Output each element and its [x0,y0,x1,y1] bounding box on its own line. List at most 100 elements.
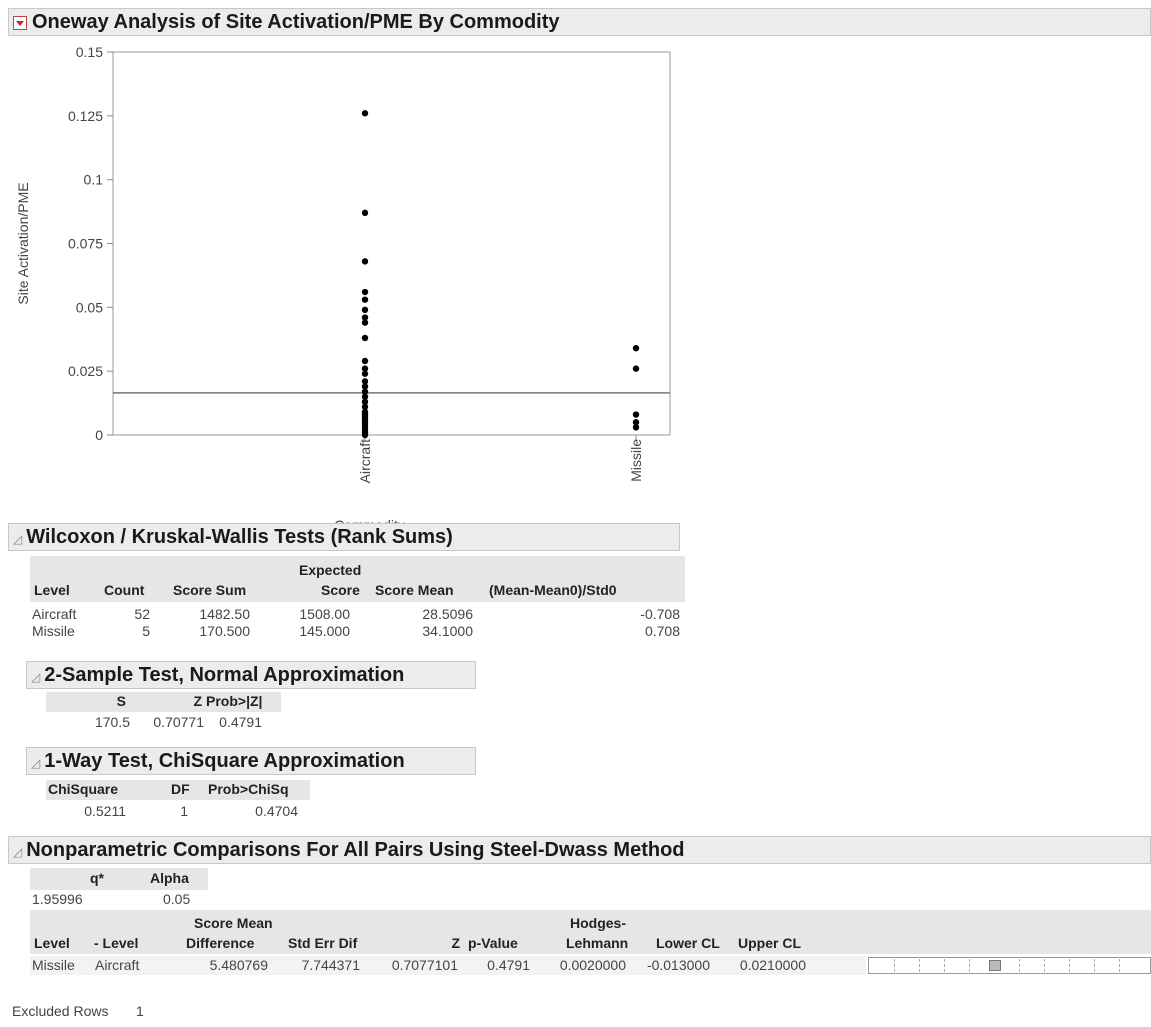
one-way-title: 1-Way Test, ChiSquare Approximation [44,750,405,772]
value-chisquare: 0.5211 [84,803,126,819]
value-q: 1.95996 [32,891,83,907]
p-value-bar-fill [988,960,1001,971]
wilcoxon-table: Level Count Score Sum Expected Score Sco… [30,556,690,639]
data-point [361,319,369,326]
row-z: 0.7077101 [391,957,458,973]
y-tick-label: 0.075 [68,236,103,252]
col-z: Z [193,693,202,709]
one-way-table: ChiSquare DF Prob>ChiSq 0.5211 1 0.4704 [46,780,316,820]
row-expected: 145.000 [299,623,350,639]
row-count: 5 [142,623,150,639]
col-p-value: p-Value [468,935,518,951]
two-sample-header[interactable]: ◿ 2-Sample Test, Normal Approximation [26,661,476,689]
row-p-value: 0.4791 [487,957,530,973]
col-level: Level [34,935,70,951]
col-difference: Difference [186,935,255,951]
value-prob-z: 0.4791 [219,714,262,730]
row-minus-level: Aircraft [95,957,140,973]
data-point [361,431,369,439]
row-count: 52 [134,606,150,622]
col-expected: Expected [299,562,362,578]
y-tick-label: 0.1 [84,172,104,188]
disclosure-triangle-icon[interactable]: ◿ [13,839,22,865]
data-point [361,110,369,117]
row-score-mean: 28.5096 [422,606,473,622]
report-title-bar: Oneway Analysis of Site Activation/PME B… [8,8,1151,36]
q-alpha-table: q* Alpha 1.95996 0.05 [30,868,220,908]
data-point [361,209,369,217]
col-q: q* [90,870,104,886]
two-sample-table: S Z Prob>|Z| 170.5 0.70771 0.4791 [46,692,286,732]
wilcoxon-title: Wilcoxon / Kruskal-Wallis Tests (Rank Su… [26,526,453,548]
col-chisquare: ChiSquare [48,781,119,797]
value-s: 170.5 [94,714,130,730]
x-tick-label: Aircraft [357,439,373,483]
row-score-sum: 170.500 [199,623,250,639]
data-point [361,258,369,265]
data-point [632,424,640,431]
chart-area: 0 0.025 0.05 0.075 0.1 0.125 0.15 Site Activati… [10,40,680,533]
data-point [361,288,369,296]
value-prob-chisq: 0.4704 [255,803,298,819]
excluded-rows-label: Excluded Rows [12,1003,109,1019]
col-lehmann: Lehmann [566,935,629,951]
y-tick-label: 0.15 [76,44,103,60]
col-level: Level [34,582,70,598]
row-lower-cl: -0.013000 [646,957,710,973]
col-count: Count [104,582,145,598]
col-score-mean: Score Mean [194,915,273,931]
row-level: Missile [32,623,75,639]
y-tick-label: 0.025 [68,363,103,379]
row-level: Aircraft [32,606,77,622]
col-minus-level: - Level [94,935,139,951]
y-tick-label: 0.05 [76,299,103,315]
nonparam-title: Nonparametric Comparisons For All Pairs … [26,839,685,861]
excluded-rows-value: 1 [136,1003,144,1019]
col-alpha: Alpha [150,870,189,886]
disclosure-triangle-icon[interactable]: ◿ [13,526,22,552]
row-score-sum: 1482.50 [199,606,250,622]
col-hodges: Hodges- [570,915,626,931]
col-prob-z: Prob>|Z| [206,693,263,709]
col-score: Score [321,582,360,598]
oneway-chart: 0 0.025 0.05 0.075 0.1 0.125 0.15 Site Activati… [15,44,671,533]
data-point [361,306,369,314]
plot-frame [112,51,671,436]
x-tick-label: Missile [628,439,644,482]
col-score-mean: Score Mean [375,582,454,598]
col-df: DF [171,781,190,797]
row-std-err: 7.744371 [301,957,360,973]
one-way-header[interactable]: ◿ 1-Way Test, ChiSquare Approximation [26,747,476,775]
y-tick-label: 0 [95,427,103,443]
y-tick-label: 0.125 [68,108,103,124]
value-z: 0.70771 [153,714,204,730]
data-point [361,370,369,377]
value-alpha: 0.05 [163,891,191,907]
row-score-mean: 34.1000 [422,623,473,639]
report-title: Oneway Analysis of Site Activation/PME B… [32,11,560,33]
row-mean-std: 0.708 [644,623,680,639]
value-df: 1 [180,803,188,819]
col-std-err: Std Err Dif [288,935,358,951]
disclosure-triangle-icon[interactable]: ◿ [31,750,40,776]
two-sample-title: 2-Sample Test, Normal Approximation [44,664,405,686]
nonparam-header[interactable]: ◿ Nonparametric Comparisons For All Pairs… [8,836,1151,864]
row-hodges-lehmann: 0.0020000 [559,957,626,973]
data-point [632,365,640,372]
p-value-bar [868,957,1151,974]
steel-dwass-table: Level - Level Score Mean Difference Std … [30,910,1151,976]
data-point [632,344,640,352]
col-s: S [116,693,126,709]
data-point [361,296,369,303]
wilcoxon-header[interactable]: ◿ Wilcoxon / Kruskal-Wallis Tests (Rank S… [8,523,680,551]
col-prob-chisq: Prob>ChiSq [208,781,289,797]
data-point [361,334,369,342]
row-expected: 1508.00 [299,606,350,622]
row-score-mean-diff: 5.480769 [209,957,268,973]
disclosure-triangle-icon[interactable]: ◿ [31,664,40,690]
col-score-sum: Score Sum [173,582,247,598]
data-point [632,411,640,418]
red-triangle-menu-icon[interactable] [13,16,27,30]
col-upper-cl: Upper CL [738,935,801,951]
col-lower-cl: Lower CL [656,935,720,951]
